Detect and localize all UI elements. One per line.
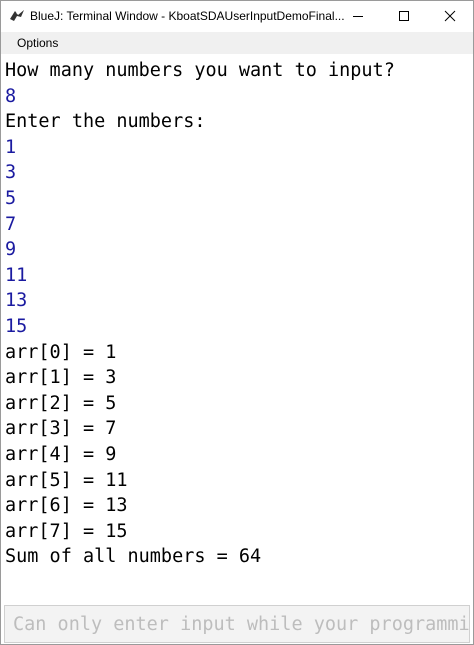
maximize-button[interactable] [381,1,427,31]
terminal-input-line: 11 [5,264,28,286]
terminal-output-line: arr[1] = 3 [5,367,117,389]
terminal-input-field[interactable] [5,606,469,642]
terminal-input-line: 15 [5,316,28,337]
terminal-input-area[interactable] [4,605,470,643]
terminal-output-line: arr[3] = 7 [5,418,117,440]
terminal-output-line: Enter the numbers: [5,111,206,133]
terminal-input-line: 7 [5,213,17,235]
terminal-output[interactable]: How many numbers you want to input? 8 Ente… [1,55,473,601]
minimize-icon [353,16,363,17]
terminal-output-line: arr[6] = 13 [5,495,128,517]
terminal-output-line: arr[2] = 5 [5,392,117,414]
window-title: BlueJ: Terminal Window - KboatSDAUserInp… [30,9,345,23]
bluej-bird-icon [8,7,26,25]
terminal-output-line: arr[5] = 11 [5,469,128,491]
terminal-output-line: arr[7] = 15 [5,520,128,542]
title-bar[interactable]: BlueJ: Terminal Window - KboatSDAUserInp… [1,1,473,31]
terminal-output-line: arr[4] = 9 [5,444,117,465]
terminal-input-line: 8 [5,85,17,107]
terminal-output-line: Sum of all numbers = 64 [5,546,262,568]
terminal-input-line: 3 [5,162,17,184]
terminal-input-line: 9 [5,239,17,261]
minimize-button[interactable] [335,1,381,31]
terminal-input-line: 5 [5,188,17,209]
menu-bar: Options [1,32,473,54]
options-menu[interactable]: Options [17,36,58,50]
terminal-output-line: How many numbers you want to input? [5,60,395,81]
maximize-icon [399,11,409,21]
terminal-input-line: 13 [5,290,28,312]
terminal-input-line: 1 [5,136,17,158]
close-button[interactable] [427,1,473,31]
close-icon [444,10,456,22]
terminal-window: BlueJ: Terminal Window - KboatSDAUserInp… [0,0,474,645]
terminal-output-line: arr[0] = 1 [5,341,117,363]
